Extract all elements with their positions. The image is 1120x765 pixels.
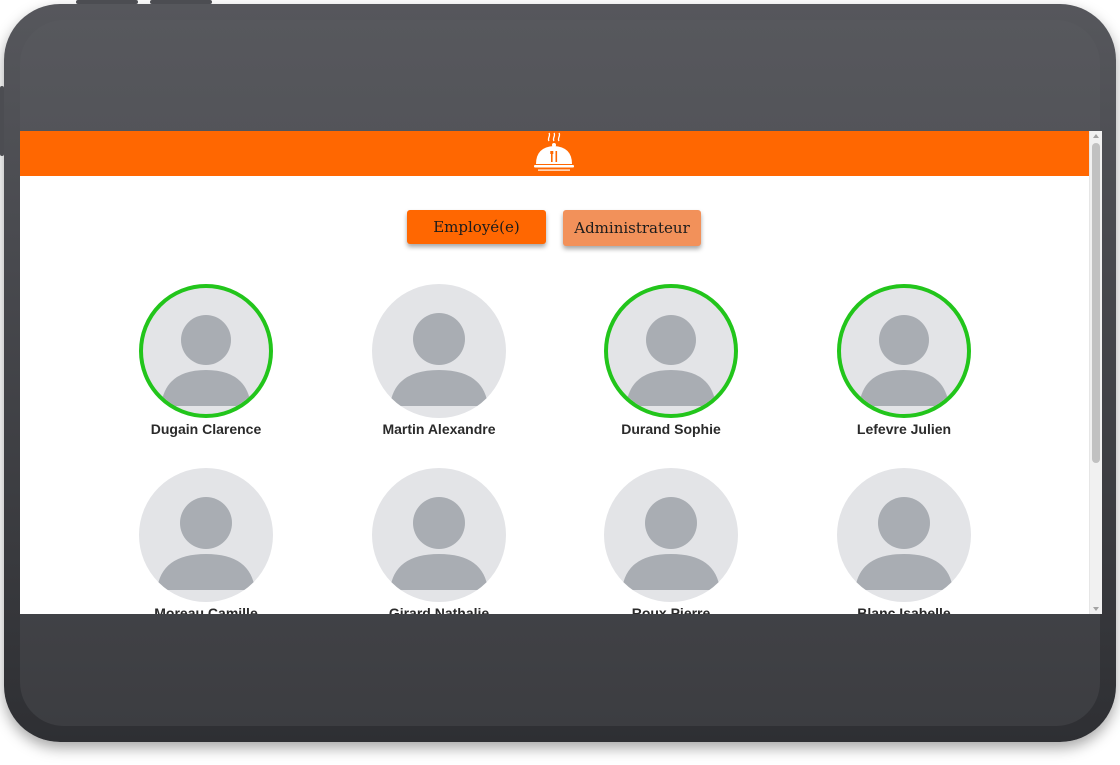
avatar	[139, 468, 273, 602]
avatar	[837, 468, 971, 602]
user-silhouette-icon	[390, 497, 488, 590]
user-silhouette-icon	[622, 497, 720, 590]
user-silhouette-icon	[859, 315, 949, 406]
profile-name: Moreau Camille	[154, 605, 258, 614]
avatar	[372, 468, 506, 602]
profile-card[interactable]: Blanc Isabelle	[804, 468, 1004, 614]
tablet-volume-button	[76, 0, 138, 4]
profile-name: Dugain Clarence	[150, 421, 262, 437]
profile-name: Lefevre Julien	[856, 421, 952, 437]
tablet-power-button	[0, 86, 4, 156]
user-silhouette-icon	[855, 497, 953, 590]
tablet-volume-button	[150, 0, 212, 4]
profile-name: Roux Pierre	[631, 605, 711, 614]
scroll-up-arrow-icon[interactable]	[1093, 134, 1099, 138]
profile-card[interactable]: Durand Sophie	[571, 284, 771, 444]
user-silhouette-icon	[161, 315, 251, 406]
user-silhouette-icon	[157, 497, 255, 590]
profile-name: Durand Sophie	[621, 421, 721, 437]
profile-card[interactable]: Roux Pierre	[571, 468, 771, 614]
avatar	[372, 284, 506, 418]
scroll-down-arrow-icon[interactable]	[1093, 607, 1099, 611]
profile-card[interactable]: Moreau Camille	[106, 468, 306, 614]
profile-name: Blanc Isabelle	[857, 605, 951, 614]
user-silhouette-icon	[626, 315, 716, 406]
avatar	[604, 468, 738, 602]
profile-card[interactable]: Lefevre Julien	[804, 284, 1004, 444]
avatar	[837, 284, 971, 418]
profile-grid: Dugain Clarence Martin Alexandre Durand …	[20, 131, 1090, 614]
vertical-scrollbar[interactable]	[1089, 131, 1102, 614]
profile-name: Martin Alexandre	[382, 421, 496, 437]
app-screen: Employé(e) Administrateur Dugain Clarenc…	[20, 131, 1102, 614]
user-silhouette-icon	[390, 313, 488, 406]
avatar	[604, 284, 738, 418]
avatar	[139, 284, 273, 418]
profile-card[interactable]: Dugain Clarence	[106, 284, 306, 444]
profile-card[interactable]: Martin Alexandre	[339, 284, 539, 444]
scrollbar-thumb[interactable]	[1092, 143, 1100, 463]
profile-card[interactable]: Girard Nathalie	[339, 468, 539, 614]
profile-name: Girard Nathalie	[388, 605, 490, 614]
